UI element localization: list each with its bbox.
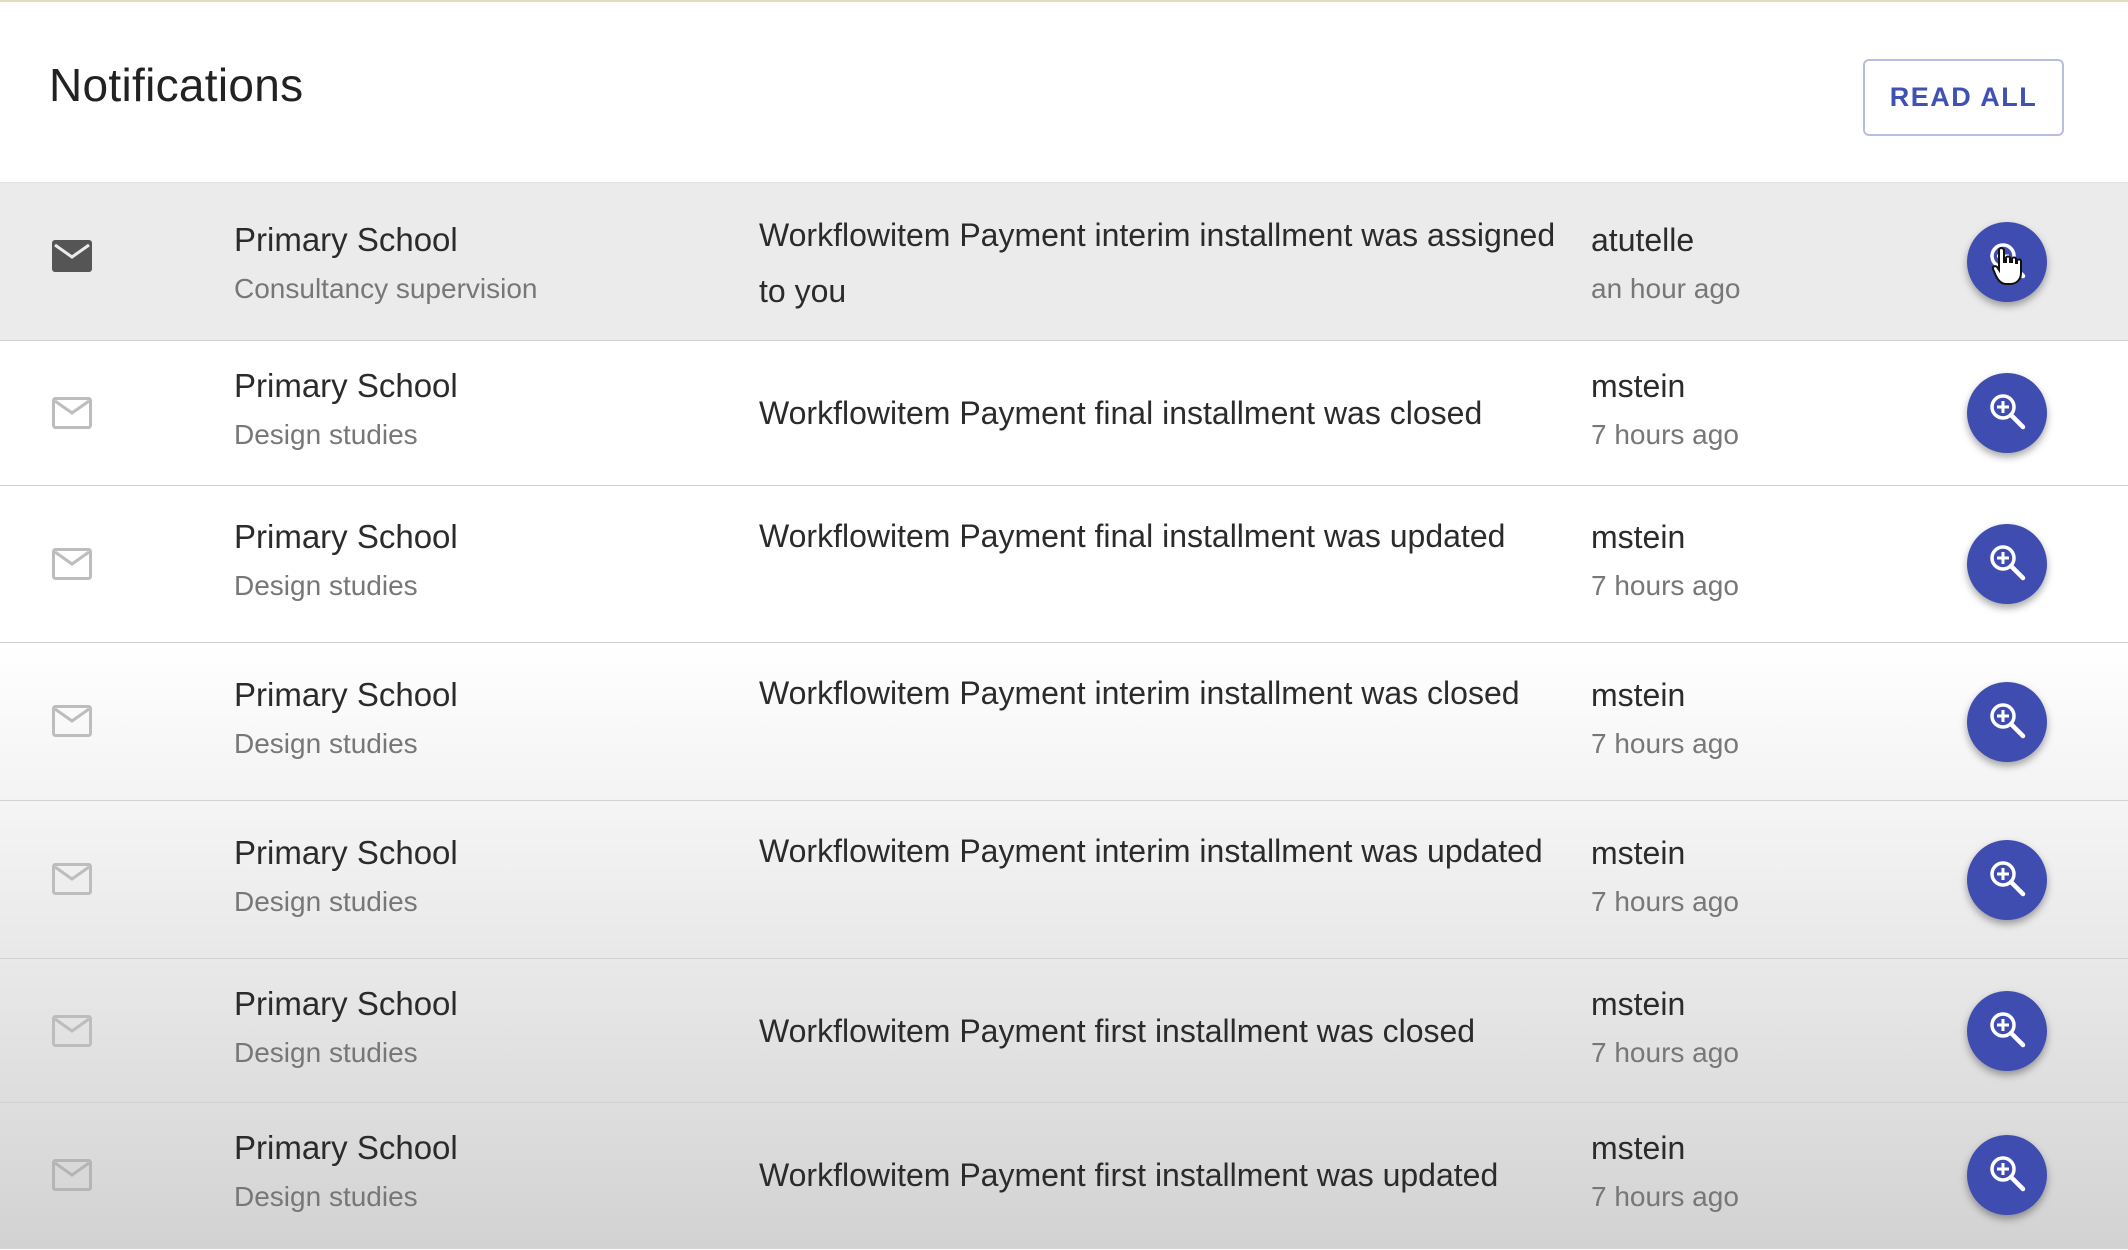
notification-list: Primary School Consultancy supervision W… (0, 183, 2128, 1249)
mail-outline-icon (52, 705, 92, 737)
mail-filled-icon (52, 240, 92, 272)
view-button[interactable] (1967, 1135, 2047, 1215)
user-info: mstein 7 hours ago (1591, 675, 1739, 764)
notification-message: Workflowitem Payment interim installment… (759, 833, 1543, 869)
project-name: Primary School (234, 1129, 458, 1166)
view-button[interactable] (1967, 840, 2047, 920)
project-name: Primary School (234, 676, 458, 713)
notification-row[interactable]: Primary School Design studies Workflowit… (0, 959, 2128, 1103)
mail-outline-icon (52, 548, 92, 580)
notification-row[interactable]: Primary School Design studies Workflowit… (0, 486, 2128, 643)
notification-row[interactable]: Primary School Design studies Workflowit… (0, 341, 2128, 486)
hand-cursor-icon (1991, 246, 2023, 291)
view-button[interactable] (1967, 682, 2047, 762)
view-button[interactable] (1967, 991, 2047, 1071)
notification-message: Workflowitem Payment first installment w… (759, 1157, 1499, 1193)
user-info: mstein 7 hours ago (1591, 366, 1739, 455)
project-name: Primary School (234, 518, 458, 555)
project-name: Primary School (234, 834, 458, 871)
page-title: Notifications (49, 59, 304, 111)
notification-time: 7 hours ago (1591, 1181, 1739, 1212)
project-info: Primary School Design studies (234, 984, 458, 1073)
project-info: Primary School Design studies (234, 517, 458, 606)
mail-outline-icon (52, 1159, 92, 1191)
subproject-name: Design studies (234, 1181, 418, 1212)
user-info: mstein 7 hours ago (1591, 1128, 1739, 1217)
project-info: Primary School Consultancy supervision (234, 220, 538, 309)
notification-row[interactable]: Primary School Design studies Workflowit… (0, 643, 2128, 801)
read-all-button[interactable]: READ ALL (1863, 59, 2064, 136)
notification-time: 7 hours ago (1591, 728, 1739, 759)
notifications-panel: Notifications READ ALL Primary School Co… (0, 0, 2128, 1250)
project-info: Primary School Design studies (234, 833, 458, 922)
user-info: mstein 7 hours ago (1591, 984, 1739, 1073)
project-info: Primary School Design studies (234, 675, 458, 764)
user-name: mstein (1591, 1130, 1686, 1166)
user-name: mstein (1591, 519, 1686, 555)
notification-time: 7 hours ago (1591, 419, 1739, 450)
project-info: Primary School Design studies (234, 1128, 458, 1217)
project-info: Primary School Design studies (234, 366, 458, 455)
notification-row[interactable]: Primary School Design studies Workflowit… (0, 801, 2128, 959)
notification-message: Workflowitem Payment interim installment… (759, 217, 1556, 309)
notification-message: Workflowitem Payment final installment w… (759, 395, 1483, 431)
view-button[interactable] (1967, 222, 2047, 302)
notification-time: 7 hours ago (1591, 1037, 1739, 1068)
subproject-name: Design studies (234, 728, 418, 759)
notification-message: Workflowitem Payment first installment w… (759, 1013, 1476, 1049)
zoom-in-icon (1987, 858, 2027, 903)
subproject-name: Design studies (234, 886, 418, 917)
view-button[interactable] (1967, 373, 2047, 453)
notifications-header: Notifications READ ALL (0, 2, 2128, 183)
user-name: mstein (1591, 835, 1686, 871)
user-name: mstein (1591, 677, 1686, 713)
notification-time: 7 hours ago (1591, 886, 1739, 917)
view-button[interactable] (1967, 524, 2047, 604)
notification-message: Workflowitem Payment final installment w… (759, 518, 1506, 554)
user-name: atutelle (1591, 222, 1695, 258)
mail-outline-icon (52, 1015, 92, 1047)
zoom-in-icon (1987, 1009, 2027, 1054)
user-info: mstein 7 hours ago (1591, 517, 1739, 606)
project-name: Primary School (234, 367, 458, 404)
subproject-name: Consultancy supervision (234, 273, 538, 304)
user-info: mstein 7 hours ago (1591, 833, 1739, 922)
notification-time: an hour ago (1591, 273, 1741, 304)
notification-message: Workflowitem Payment interim installment… (759, 675, 1520, 711)
zoom-in-icon (1987, 1153, 2027, 1198)
notification-row[interactable]: Primary School Design studies Workflowit… (0, 1103, 2128, 1249)
subproject-name: Design studies (234, 1037, 418, 1068)
project-name: Primary School (234, 221, 458, 258)
project-name: Primary School (234, 985, 458, 1022)
zoom-in-icon (1987, 700, 2027, 745)
user-name: mstein (1591, 986, 1686, 1022)
zoom-in-icon (1987, 391, 2027, 436)
subproject-name: Design studies (234, 570, 418, 601)
notification-row[interactable]: Primary School Consultancy supervision W… (0, 183, 2128, 341)
user-name: mstein (1591, 368, 1686, 404)
subproject-name: Design studies (234, 419, 418, 450)
mail-outline-icon (52, 863, 92, 895)
notification-time: 7 hours ago (1591, 570, 1739, 601)
user-info: atutelle an hour ago (1591, 220, 1740, 309)
mail-outline-icon (52, 397, 92, 429)
zoom-in-icon (1987, 542, 2027, 587)
